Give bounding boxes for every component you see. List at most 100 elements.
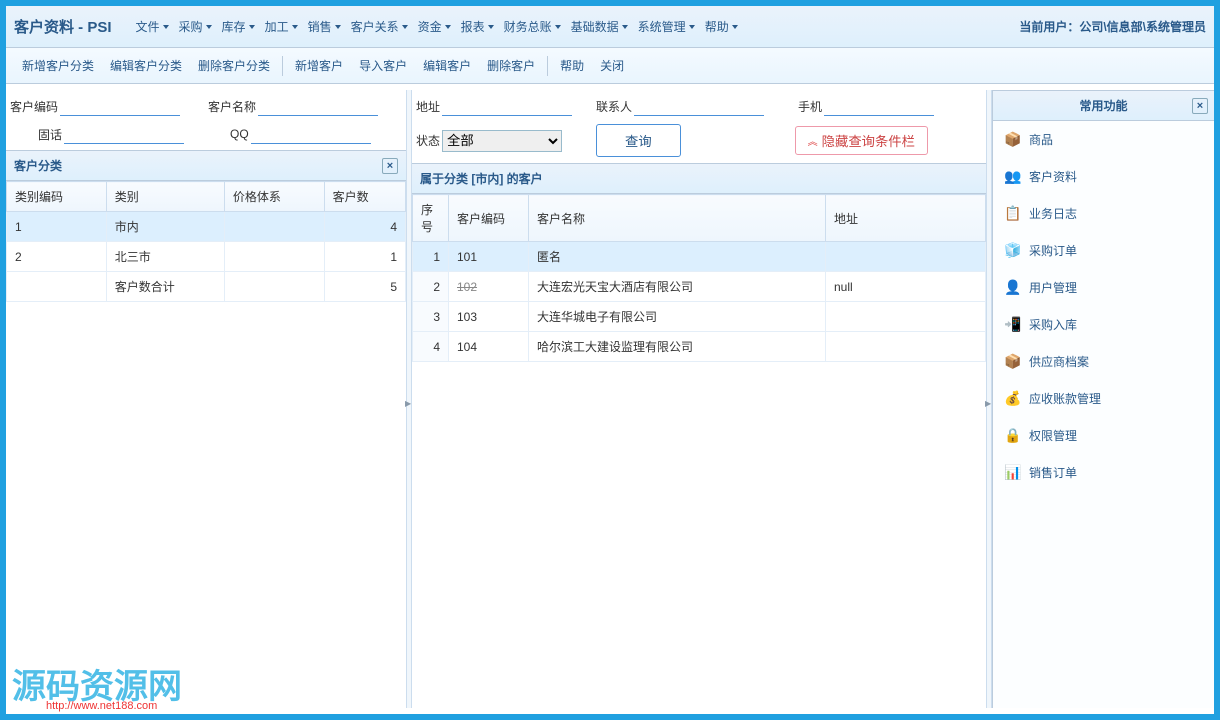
toolbar-编辑客户[interactable]: 编辑客户 xyxy=(415,51,479,80)
chevron-down-icon xyxy=(335,25,341,29)
label-status: 状态 xyxy=(416,132,440,149)
col-价格体系[interactable]: 价格体系 xyxy=(224,182,324,212)
chevron-down-icon xyxy=(206,25,212,29)
shortcut-采购订单[interactable]: 🧊采购订单 xyxy=(993,232,1214,269)
menu-财务总账[interactable]: 财务总账 xyxy=(500,12,565,41)
menu-资金[interactable]: 资金 xyxy=(414,12,455,41)
menu-系统管理[interactable]: 系统管理 xyxy=(634,12,699,41)
col-客户编码[interactable]: 客户编码 xyxy=(449,195,529,242)
table-row[interactable]: 3103大连华城电子有限公司 xyxy=(413,302,986,332)
shortcut-icon: 👤 xyxy=(1005,280,1021,296)
splitter-right[interactable] xyxy=(986,90,992,708)
close-icon[interactable]: × xyxy=(382,158,398,174)
query-button[interactable]: 查询 xyxy=(596,124,681,157)
toolbar-新增客户[interactable]: 新增客户 xyxy=(287,51,351,80)
input-name[interactable] xyxy=(258,96,378,116)
menu-库存[interactable]: 库存 xyxy=(218,12,259,41)
label-code: 客户编码 xyxy=(10,98,58,115)
search-row-1-mid: 地址 联系人 手机 xyxy=(412,90,986,118)
shortcut-icon: 📦 xyxy=(1005,132,1021,148)
table-row[interactable]: 2北三市1 xyxy=(7,242,406,272)
close-icon[interactable]: × xyxy=(1192,98,1208,114)
mid-panel-title: 属于分类 [市内] 的客户 xyxy=(412,163,986,194)
col-客户名称[interactable]: 客户名称 xyxy=(529,195,826,242)
menu-销售[interactable]: 销售 xyxy=(304,12,345,41)
col-类别编码[interactable]: 类别编码 xyxy=(7,182,107,212)
chevron-down-icon xyxy=(163,25,169,29)
left-panel-title: 客户分类 × xyxy=(6,150,406,181)
menu-加工[interactable]: 加工 xyxy=(261,12,302,41)
col-类别[interactable]: 类别 xyxy=(106,182,224,212)
input-code[interactable] xyxy=(60,96,180,116)
table-row[interactable]: 1市内4 xyxy=(7,212,406,242)
col-地址[interactable]: 地址 xyxy=(826,195,986,242)
label-tel: 固话 xyxy=(38,126,62,143)
shortcut-应收账款管理[interactable]: 💰应收账款管理 xyxy=(993,380,1214,417)
shortcut-权限管理[interactable]: 🔒权限管理 xyxy=(993,417,1214,454)
customer-grid[interactable]: 序号客户编码客户名称地址 1101匿名2102大连宏光天宝大酒店有限公司null… xyxy=(412,194,986,362)
chevron-down-icon xyxy=(689,25,695,29)
col-序号[interactable]: 序号 xyxy=(413,195,449,242)
toolbar-separator xyxy=(547,56,548,76)
col-客户数[interactable]: 客户数 xyxy=(324,182,405,212)
search-row-2-mid: 状态 全部 查询 ︽ 隐藏查询条件栏 xyxy=(412,118,986,163)
table-row[interactable]: 客户数合计5 xyxy=(7,272,406,302)
page-title: 客户资料 - PSI xyxy=(14,16,112,37)
shortcut-icon: 💰 xyxy=(1005,391,1021,407)
shortcut-icon: 📦 xyxy=(1005,354,1021,370)
shortcut-icon: 📋 xyxy=(1005,206,1021,222)
toolbar-编辑客户分类[interactable]: 编辑客户分类 xyxy=(102,51,190,80)
shortcut-商品[interactable]: 📦商品 xyxy=(993,121,1214,158)
toolbar-关闭[interactable]: 关闭 xyxy=(592,51,632,80)
label-contact: 联系人 xyxy=(596,98,632,115)
chevron-down-icon xyxy=(249,25,255,29)
input-addr[interactable] xyxy=(442,96,572,116)
category-grid[interactable]: 类别编码类别价格体系客户数 1市内42北三市1客户数合计5 xyxy=(6,181,406,302)
shortcut-list: 📦商品👥客户资料📋业务日志🧊采购订单👤用户管理📲采购入库📦供应商档案💰应收账款管… xyxy=(993,121,1214,491)
current-user: 当前用户：公司\信息部\系统管理员 xyxy=(1019,18,1206,35)
shortcut-业务日志[interactable]: 📋业务日志 xyxy=(993,195,1214,232)
shortcut-采购入库[interactable]: 📲采购入库 xyxy=(993,306,1214,343)
menu-文件[interactable]: 文件 xyxy=(132,12,173,41)
toolbar-导入客户[interactable]: 导入客户 xyxy=(351,51,415,80)
label-name: 客户名称 xyxy=(208,98,256,115)
chevron-down-icon xyxy=(445,25,451,29)
input-tel[interactable] xyxy=(64,124,184,144)
shortcut-销售订单[interactable]: 📊销售订单 xyxy=(993,454,1214,491)
shortcut-供应商档案[interactable]: 📦供应商档案 xyxy=(993,343,1214,380)
label-qq: QQ xyxy=(230,127,249,141)
menu-客户关系[interactable]: 客户关系 xyxy=(347,12,412,41)
label-mobile: 手机 xyxy=(798,98,822,115)
table-row[interactable]: 4104哈尔滨工大建设监理有限公司 xyxy=(413,332,986,362)
menu-基础数据[interactable]: 基础数据 xyxy=(567,12,632,41)
chevron-down-icon xyxy=(292,25,298,29)
shortcut-客户资料[interactable]: 👥客户资料 xyxy=(993,158,1214,195)
input-qq[interactable] xyxy=(251,124,371,144)
table-row[interactable]: 1101匿名 xyxy=(413,242,986,272)
toolbar-新增客户分类[interactable]: 新增客户分类 xyxy=(14,51,102,80)
main-menu: 文件采购库存加工销售客户关系资金报表财务总账基础数据系统管理帮助 xyxy=(132,12,1020,41)
toolbar: 新增客户分类编辑客户分类删除客户分类新增客户导入客户编辑客户删除客户帮助关闭 xyxy=(6,48,1214,84)
right-panel-title: 常用功能 × xyxy=(993,90,1214,121)
input-mobile[interactable] xyxy=(824,96,934,116)
shortcut-用户管理[interactable]: 👤用户管理 xyxy=(993,269,1214,306)
chevron-down-icon xyxy=(622,25,628,29)
chevron-down-icon xyxy=(555,25,561,29)
chevron-down-icon xyxy=(732,25,738,29)
app-header: 客户资料 - PSI 文件采购库存加工销售客户关系资金报表财务总账基础数据系统管… xyxy=(6,6,1214,48)
chevron-down-icon xyxy=(488,25,494,29)
input-contact[interactable] xyxy=(634,96,764,116)
toolbar-删除客户分类[interactable]: 删除客户分类 xyxy=(190,51,278,80)
menu-帮助[interactable]: 帮助 xyxy=(701,12,742,41)
label-addr: 地址 xyxy=(416,98,440,115)
toolbar-帮助[interactable]: 帮助 xyxy=(552,51,592,80)
menu-采购[interactable]: 采购 xyxy=(175,12,216,41)
toolbar-删除客户[interactable]: 删除客户 xyxy=(479,51,543,80)
shortcut-icon: 📲 xyxy=(1005,317,1021,333)
chevron-down-icon xyxy=(402,25,408,29)
table-row[interactable]: 2102大连宏光天宝大酒店有限公司null xyxy=(413,272,986,302)
hide-search-button[interactable]: ︽ 隐藏查询条件栏 xyxy=(795,126,928,155)
menu-报表[interactable]: 报表 xyxy=(457,12,498,41)
shortcut-icon: 🧊 xyxy=(1005,243,1021,259)
select-status[interactable]: 全部 xyxy=(442,130,562,152)
